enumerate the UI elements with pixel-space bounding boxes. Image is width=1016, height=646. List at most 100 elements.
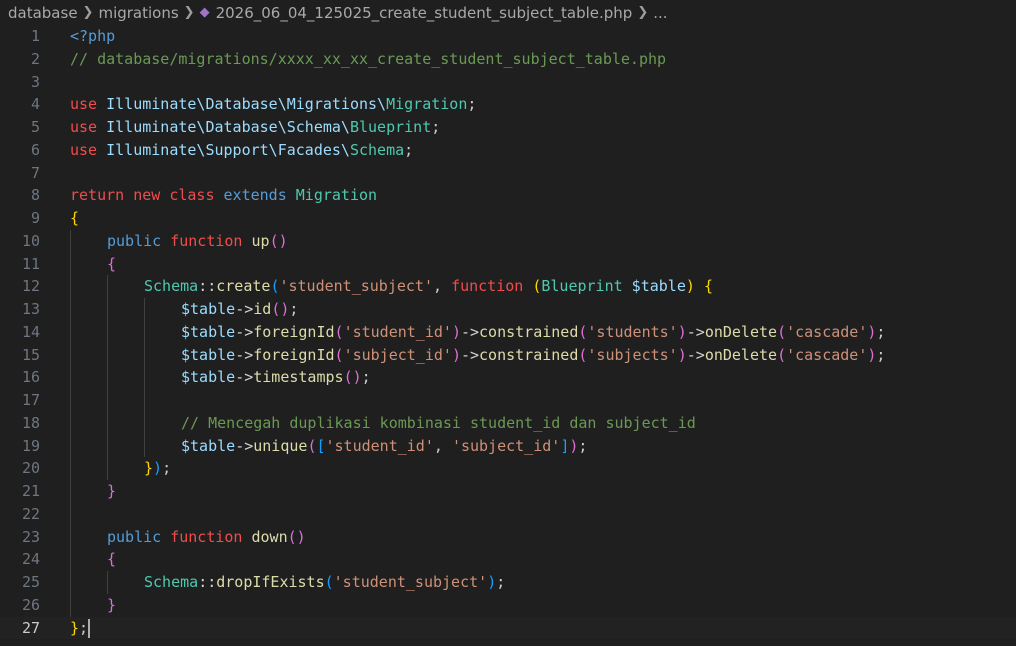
code-line[interactable]: 22 bbox=[0, 502, 1016, 526]
line-number: 19 bbox=[21, 436, 40, 455]
indent-guide bbox=[70, 229, 71, 253]
code-line[interactable]: 21} bbox=[0, 480, 1016, 503]
code-token: ) bbox=[677, 322, 687, 341]
code-token: up bbox=[251, 231, 270, 250]
code-line[interactable]: 19 $table->unique(['student_id', 'subject… bbox=[0, 434, 1016, 458]
code-token: -> bbox=[460, 345, 480, 364]
line-number: 2 bbox=[30, 49, 40, 68]
indent-guide bbox=[70, 502, 71, 526]
code-line[interactable]: 9{ bbox=[0, 207, 1016, 230]
code-text: } bbox=[107, 480, 116, 503]
code-text: use Illuminate\Database\Schema\Blueprint… bbox=[70, 116, 440, 139]
line-number: 23 bbox=[21, 527, 40, 546]
code-token: use bbox=[70, 140, 107, 159]
code-line[interactable]: 26} bbox=[0, 593, 1016, 617]
breadcrumb-item-migrations[interactable]: migrations bbox=[98, 4, 178, 22]
breadcrumb-item-symbols[interactable]: ... bbox=[653, 4, 667, 22]
code-token: 'student_subject' bbox=[279, 277, 433, 296]
code-token: Migration bbox=[295, 186, 378, 205]
code-line[interactable]: 12 Schema::create('student_subject', func… bbox=[0, 275, 1016, 298]
code-token: ; bbox=[361, 368, 371, 387]
code-line[interactable]: 27}; bbox=[0, 616, 1016, 640]
code-token: { bbox=[70, 209, 80, 227]
indent-guide bbox=[70, 343, 71, 367]
code-token: ) bbox=[451, 322, 461, 341]
line-number: 15 bbox=[21, 345, 40, 364]
line-number: 9 bbox=[30, 209, 40, 227]
code-token: ( bbox=[334, 322, 344, 341]
code-line[interactable]: 15 $table->foreignId('subject_id')->const… bbox=[0, 343, 1016, 367]
code-token: 'subject_id' bbox=[343, 345, 452, 364]
indent-guide bbox=[70, 457, 71, 480]
line-number: 21 bbox=[21, 482, 40, 500]
code-token: Migration bbox=[386, 95, 468, 114]
indent-guide bbox=[70, 571, 71, 594]
code-line[interactable]: 11 { bbox=[0, 252, 1016, 276]
code-line[interactable]: 20}); bbox=[0, 457, 1016, 480]
code-token: ) bbox=[153, 459, 163, 478]
code-token: down bbox=[251, 527, 288, 546]
code-token: ; bbox=[876, 345, 886, 364]
code-token: () bbox=[269, 231, 288, 250]
code-token: -> bbox=[686, 345, 705, 364]
indent-guide bbox=[107, 275, 108, 298]
breadcrumb-item-file[interactable]: 2026_06_04_125025_create_student_subject… bbox=[216, 4, 633, 22]
line-number: 25 bbox=[21, 573, 40, 591]
code-token: use bbox=[70, 95, 107, 114]
code-text: <?php bbox=[70, 25, 115, 48]
code-token: } bbox=[107, 595, 117, 614]
code-line[interactable]: 23 public function down() bbox=[0, 525, 1016, 549]
code-token: Schema bbox=[349, 140, 405, 159]
code-token: public bbox=[107, 231, 171, 250]
code-token: :: bbox=[198, 573, 217, 591]
code-line[interactable]: 16 $table->timestamps(); bbox=[0, 366, 1016, 389]
code-line[interactable]: 10 public function up() bbox=[0, 229, 1016, 253]
code-editor[interactable]: 1 <?php 2 // database/migrations/xxxx_xx_xx… bbox=[0, 25, 1016, 640]
indent-guide bbox=[107, 343, 108, 367]
line-number: 14 bbox=[21, 322, 40, 341]
code-text: Schema::dropIfExists('student_subject'); bbox=[144, 571, 505, 594]
code-line[interactable]: 13 $table->id(); bbox=[0, 298, 1016, 321]
code-text: public function down() bbox=[107, 526, 306, 549]
line-number: 17 bbox=[21, 391, 40, 409]
code-line[interactable]: 6 use Illuminate\Support\Facades\Schema; bbox=[0, 139, 1016, 162]
line-number: 26 bbox=[21, 595, 40, 614]
code-token: Illuminate\Database\Schema\ bbox=[106, 118, 350, 136]
breadcrumb: database ❯ migrations ❯ ◆ 2026_06_04_125… bbox=[0, 0, 1016, 25]
code-line[interactable]: 17 bbox=[0, 389, 1016, 412]
indent-guide bbox=[144, 389, 145, 412]
line-number: 7 bbox=[30, 163, 40, 182]
indent-guide bbox=[107, 320, 108, 344]
code-token: ( bbox=[324, 573, 334, 591]
breadcrumb-item-database[interactable]: database bbox=[8, 4, 78, 22]
code-line[interactable]: 25 Schema::dropIfExists('student_subject'… bbox=[0, 571, 1016, 594]
line-number: 18 bbox=[21, 413, 40, 432]
code-line[interactable]: 5 use Illuminate\Database\Schema\Blueprin… bbox=[0, 116, 1016, 139]
code-token: () bbox=[343, 368, 362, 387]
code-line[interactable]: 2 // database/migrations/xxxx_xx_xx_creat… bbox=[0, 48, 1016, 71]
code-line[interactable]: 8 return new class extends Migration bbox=[0, 184, 1016, 207]
code-token: // database/migrations/xxxx_xx_xx_create… bbox=[70, 49, 667, 68]
code-token: ) bbox=[451, 345, 461, 364]
code-line[interactable]: 18 // Mencegah duplikasi kombinasi studen… bbox=[0, 411, 1016, 435]
code-token: -> bbox=[460, 322, 480, 341]
code-token: () bbox=[287, 527, 306, 546]
code-line[interactable]: 1 <?php bbox=[0, 25, 1016, 48]
indent-guide bbox=[70, 480, 71, 503]
code-line[interactable]: 3 bbox=[0, 71, 1016, 94]
chevron-right-icon: ❯ bbox=[82, 5, 94, 20]
code-text: $table->foreignId('student_id')->constra… bbox=[181, 321, 885, 344]
indent-guide bbox=[70, 275, 71, 298]
code-token: onDelete bbox=[704, 345, 778, 364]
code-token: $table bbox=[181, 322, 236, 341]
code-token: :: bbox=[198, 277, 217, 296]
code-line[interactable]: 4 use Illuminate\Database\Migrations\Migr… bbox=[0, 93, 1016, 116]
indent-guide bbox=[144, 411, 145, 435]
code-line[interactable]: 14 $table->foreignId('student_id')->const… bbox=[0, 320, 1016, 344]
code-line[interactable]: 24 { bbox=[0, 548, 1016, 571]
indent-guide bbox=[144, 366, 145, 389]
indent-guide bbox=[70, 320, 71, 344]
code-line[interactable]: 7 bbox=[0, 162, 1016, 185]
indent-guide bbox=[70, 434, 71, 458]
